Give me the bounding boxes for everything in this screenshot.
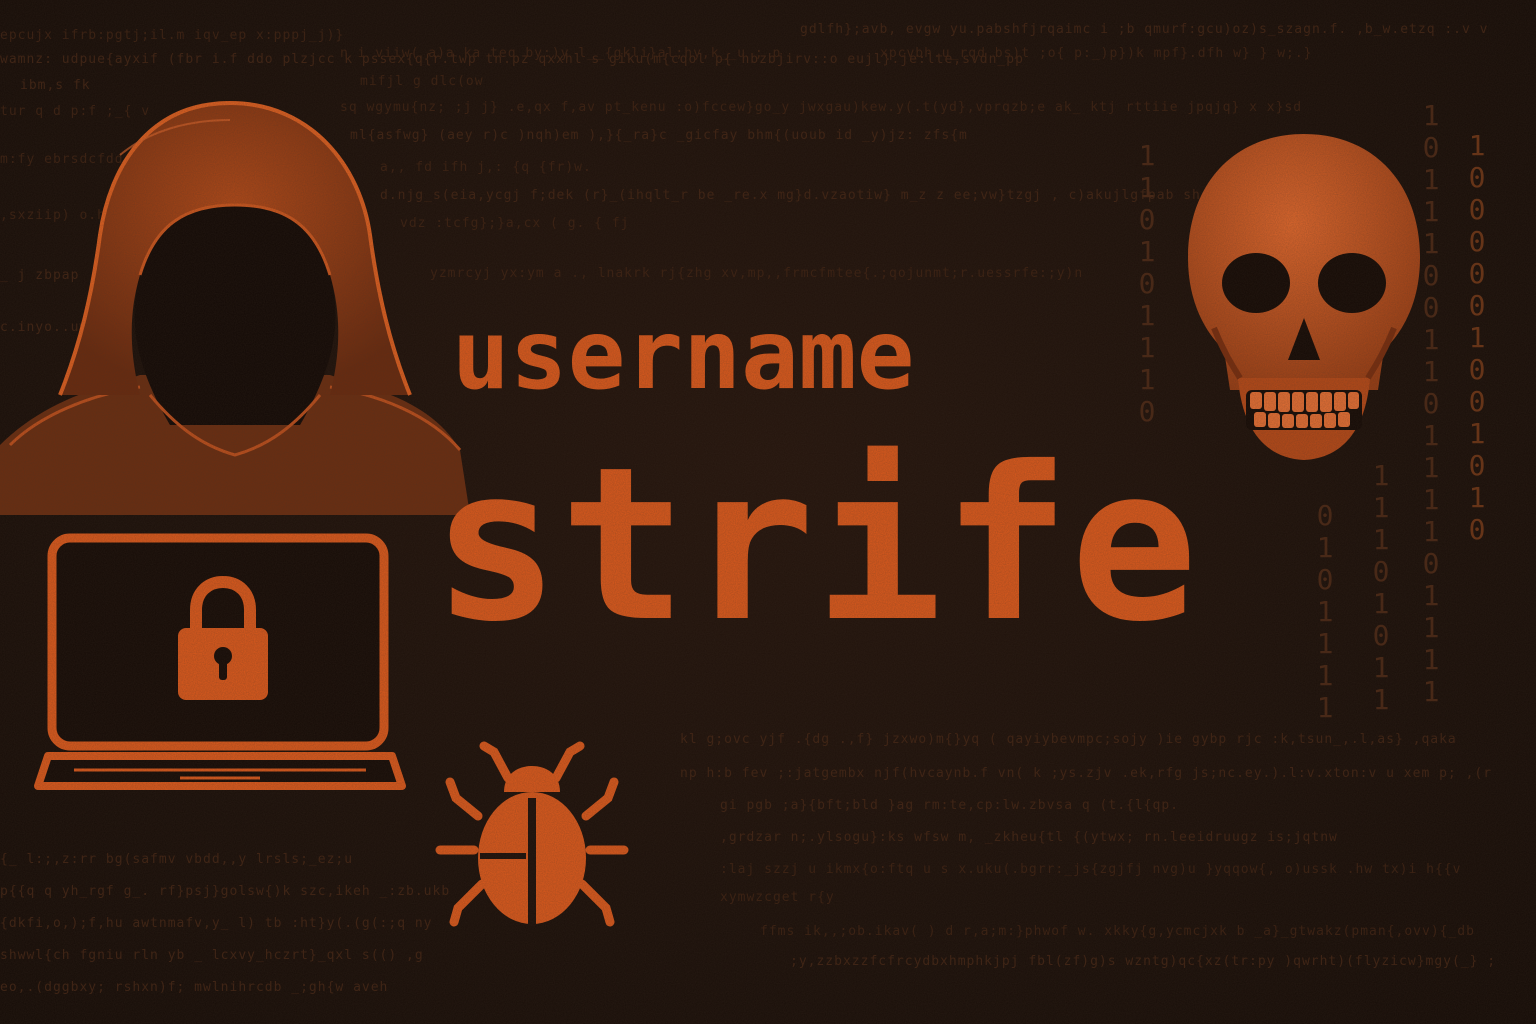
hooded-hacker-icon [0, 101, 470, 515]
background-code-line: d.njg_s(eia,ycgj f;dek (r}_(ihqlt_r be _… [380, 188, 1210, 203]
background-code-line: ,grdzar n;.ylsogu}:ks wfsw m, _zkheu{tl … [720, 830, 1338, 845]
background-code-line: mifjl g dlc(ow [360, 74, 484, 89]
background-code-line: :laj szzj u ikmx{o:ftq u s x.uku(.bgrr:_… [720, 862, 1462, 877]
background-code-line: {_ l:;,z:rr bg(safmv vbdd,,y lrsls;_ez;u [0, 852, 354, 867]
bug-icon [435, 741, 629, 927]
title-strife: strife [432, 421, 1198, 668]
background-code-line: ;y,zzbxzzfcfrcydbxhmphkjpj fbl(zf)g)s wz… [790, 954, 1497, 969]
background-code-line: {dkfi,o,);f,hu awtnmafv,y_ l) tb :ht}y(.… [0, 916, 433, 931]
background-code-line: np h:b fev ;:jatgembx njf(hvcaynb.f vn( … [680, 766, 1493, 781]
padlock-icon [178, 576, 268, 700]
background-code-line: n i viiw( a)a ka teq by:)y l__{gkli}al;h… [340, 46, 782, 61]
background-code-line: gi pgb ;a}{bft;bld }ag rm:te,cp:lw.zbvsa… [720, 798, 1179, 813]
poster-canvas: epcujx ifrb:pgtj;il.m iqv_ep x:pppj_j)} w… [0, 0, 1536, 1024]
binary-column: 110101110 [1138, 139, 1156, 428]
background-code-line: gdlfh};avb, evgw yu.pabshfjrqaimc i ;b q… [800, 22, 1489, 37]
binary-column: 1000001001010 [1468, 129, 1486, 546]
background-code-line: sq wgymu{nz; ;j j} .e,qx f,av pt_kenu :o… [340, 100, 1303, 115]
background-code-line: xpcvbh.u_rqd bs)t ;o{ p:_)p})k mpf}.dfh … [880, 46, 1313, 61]
background-code-line: shwwl{ch fgniu rln yb _ lcxvy_hczrt}_qxl… [0, 948, 424, 963]
background-code-line: ibm,s fk [20, 78, 91, 93]
background-code-line: ffms ik,,;ob.ikav( ) d r,a;m:}phwof w. x… [760, 924, 1475, 939]
background-code-line: kl g;ovc yjf .{dg .,f} jzxwo)m{}yq ( qay… [680, 732, 1457, 747]
background-code-line: p{{q q yh_rgf g_. rf}psj}golsw{)k szc,ik… [0, 884, 451, 899]
background-code-line: epcujx ifrb:pgtj;il.m iqv_ep x:pppj_j)} [0, 28, 345, 43]
skull-icon [1188, 134, 1420, 460]
background-code-line: eo,.(dggbxy; rshxn)f; mwlnihrcdb _;gh{w … [0, 980, 389, 995]
background-code-line: yzmrcyj yx:ym a ., lnakrk rj{zhg xv,mp,,… [430, 266, 1084, 281]
background-code-line: xymwzcget r{y [720, 890, 835, 905]
title-username: username [452, 299, 915, 411]
binary-column: 11101011 [1372, 459, 1390, 716]
binary-column: 0101111 [1316, 499, 1334, 724]
